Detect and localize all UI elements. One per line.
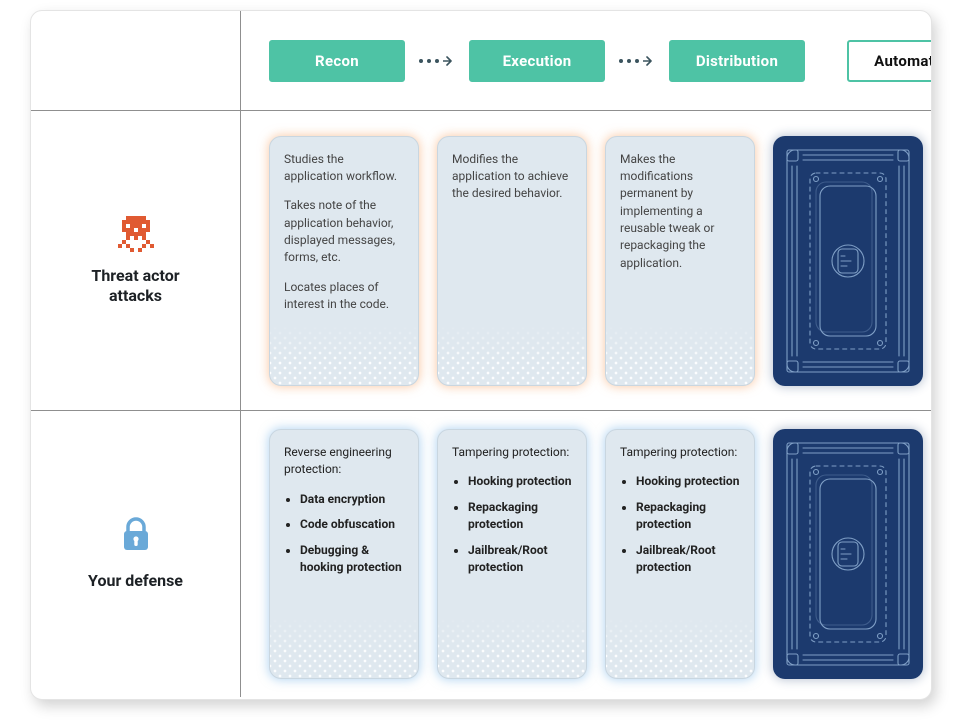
threat-card-execution: Modifies the application to achieve the … (437, 136, 587, 386)
list-item: Hooking protection (636, 473, 740, 490)
defense-cards: Reverse engineering protection: Data enc… (241, 411, 932, 697)
card-list: Data encryption Code obfuscation Debuggi… (284, 491, 404, 577)
card-title: Tampering protection: (452, 444, 572, 461)
threat-card-recon: Studies the application workflow. Takes … (269, 136, 419, 386)
header-left-empty (31, 11, 241, 111)
card-title: Reverse engineering protection: (284, 444, 404, 479)
automation-device-illustration (773, 136, 923, 386)
row-label-defense-text: Your defense (88, 571, 183, 591)
stage-execution: Execution (469, 40, 605, 82)
list-item: Jailbreak/Root protection (468, 542, 572, 577)
automation-device-illustration (773, 429, 923, 679)
row-label-threat-text: Threat actor attacks (71, 266, 201, 306)
list-item: Repackaging protection (468, 499, 572, 534)
list-item: Data encryption (300, 491, 404, 508)
card-text: Studies the application workflow. (284, 151, 404, 186)
stage-automation: Automation (847, 40, 932, 82)
arrow-icon (419, 56, 455, 66)
defense-card-distribution: Tampering protection: Hooking protection… (605, 429, 755, 679)
skull-icon (118, 216, 154, 252)
stage-distribution: Distribution (669, 40, 805, 82)
threat-card-distribution: Makes the modifications permanent by imp… (605, 136, 755, 386)
list-item: Repackaging protection (636, 499, 740, 534)
list-item: Code obfuscation (300, 516, 404, 533)
card-text: Makes the modifications permanent by imp… (620, 151, 740, 273)
row-label-threat: Threat actor attacks (31, 111, 241, 411)
card-text: Modifies the application to achieve the … (452, 151, 572, 203)
arrow-icon (619, 56, 655, 66)
list-item: Debugging & hooking protection (300, 542, 404, 577)
card-text: Takes note of the application behavior, … (284, 197, 404, 267)
defense-card-recon: Reverse engineering protection: Data enc… (269, 429, 419, 679)
stage-recon: Recon (269, 40, 405, 82)
list-item: Hooking protection (468, 473, 572, 490)
card-list: Hooking protection Repackaging protectio… (452, 473, 572, 576)
diagram-sheet: Recon Execution Distribution Automation (30, 10, 932, 700)
list-item: Jailbreak/Root protection (636, 542, 740, 577)
row-label-defense: Your defense (31, 411, 241, 697)
lock-icon (121, 517, 151, 557)
card-list: Hooking protection Repackaging protectio… (620, 473, 740, 576)
card-title: Tampering protection: (620, 444, 740, 461)
stage-header: Recon Execution Distribution Automation (241, 11, 932, 111)
card-text: Locates places of interest in the code. (284, 279, 404, 314)
threat-cards: Studies the application workflow. Takes … (241, 111, 932, 411)
defense-card-execution: Tampering protection: Hooking protection… (437, 429, 587, 679)
